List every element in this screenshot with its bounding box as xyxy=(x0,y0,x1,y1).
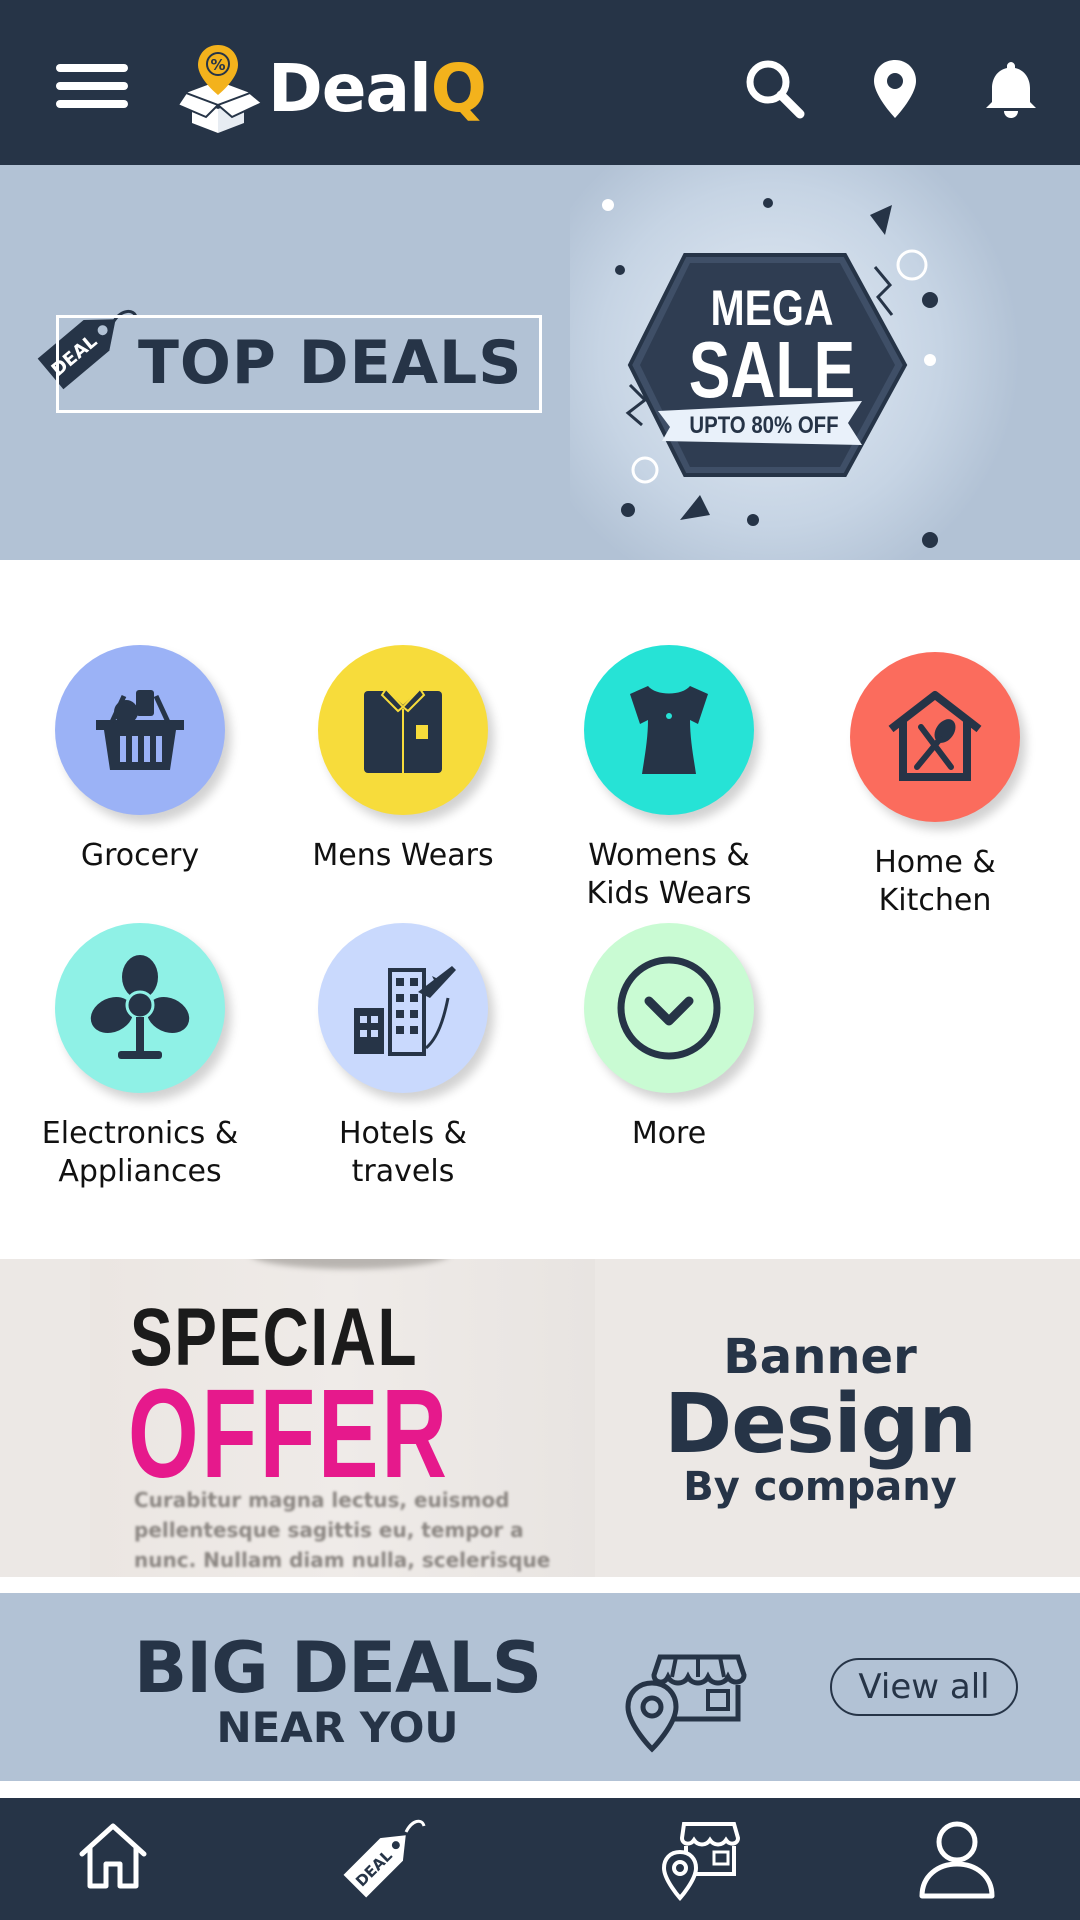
fan-icon xyxy=(90,955,190,1059)
category-circle xyxy=(55,923,225,1093)
category-circle xyxy=(55,645,225,815)
logo-box-icon: % xyxy=(178,45,264,133)
big-deals-title: BIG DEALS xyxy=(133,1627,542,1709)
category-mens-wears[interactable]: Mens Wears xyxy=(273,645,533,875)
category-label: Mens Wears xyxy=(312,838,494,873)
profile-icon[interactable] xyxy=(918,1820,996,1900)
category-label: Womens & Kids Wears xyxy=(586,838,752,911)
location-pin-icon[interactable] xyxy=(864,58,926,120)
category-label: Home & Kitchen xyxy=(874,845,996,918)
category-more[interactable]: More xyxy=(539,923,799,1153)
category-electronics-appliances[interactable]: Electronics & Appliances xyxy=(10,923,270,1191)
hamburger-menu-icon[interactable] xyxy=(56,64,128,108)
grocery-basket-icon xyxy=(96,690,184,770)
view-all-button[interactable]: View all xyxy=(830,1658,1018,1716)
category-circle xyxy=(850,652,1020,822)
store-location-icon[interactable] xyxy=(660,1816,742,1902)
svg-text:UPTO 80% OFF: UPTO 80% OFF xyxy=(689,411,838,438)
deal-tag-icon[interactable]: DEAL xyxy=(336,1810,426,1900)
home-kitchen-icon xyxy=(888,691,982,781)
category-grocery[interactable]: Grocery xyxy=(10,645,270,875)
search-icon[interactable] xyxy=(744,58,806,120)
category-womens-kids-wears[interactable]: Womens & Kids Wears xyxy=(539,645,799,913)
top-deals-title: TOP DEALS xyxy=(138,328,523,398)
mega-sale-badge: MEGA SALE UPTO 80% OFF xyxy=(602,198,938,548)
category-label: More xyxy=(631,1116,707,1151)
svg-text:%: % xyxy=(210,56,225,74)
category-circle xyxy=(584,645,754,815)
special-offer-banner[interactable]: SPECIAL OFFER Curabitur magna lectus, eu… xyxy=(0,1259,1080,1577)
app-header: % DealQ xyxy=(0,0,1080,165)
category-circle xyxy=(584,923,754,1093)
offer-body-text: Curabitur magna lectus, euismod pellente… xyxy=(134,1488,551,1572)
bell-icon[interactable] xyxy=(980,58,1042,120)
blouse-icon xyxy=(630,686,708,774)
home-icon[interactable] xyxy=(76,1818,150,1892)
big-deals-subtitle: NEAR YOU xyxy=(216,1703,459,1752)
shirt-icon xyxy=(364,687,442,773)
svg-text:SALE: SALE xyxy=(689,326,855,415)
logo-wordmark: DealQ xyxy=(268,49,487,127)
category-grid: Grocery Mens Wears Womens & Kids Wears H… xyxy=(0,560,1080,1260)
category-label: Hotels & travels xyxy=(338,1116,468,1189)
category-home-kitchen[interactable]: Home & Kitchen xyxy=(805,652,1065,920)
banner-design-line3: By company xyxy=(683,1464,957,1510)
category-label: Grocery xyxy=(80,838,200,873)
store-location-icon xyxy=(625,1654,747,1753)
category-circle xyxy=(318,923,488,1093)
category-label: Electronics & Appliances xyxy=(41,1116,239,1189)
bottom-navigation: DEAL xyxy=(0,1798,1080,1920)
banner-design-line2: Design xyxy=(664,1377,977,1472)
big-deals-bar: BIG DEALS NEAR YOU View all xyxy=(0,1593,1080,1781)
hotel-plane-icon xyxy=(354,966,456,1056)
app-logo[interactable]: % DealQ xyxy=(178,38,487,138)
category-hotels-travels[interactable]: Hotels & travels xyxy=(273,923,533,1191)
top-deals-banner[interactable]: DEAL TOP DEALS MEGA SALE UPTO 80% OFF xyxy=(0,165,1080,560)
chevron-down-circle-icon xyxy=(617,956,721,1060)
category-circle xyxy=(318,645,488,815)
